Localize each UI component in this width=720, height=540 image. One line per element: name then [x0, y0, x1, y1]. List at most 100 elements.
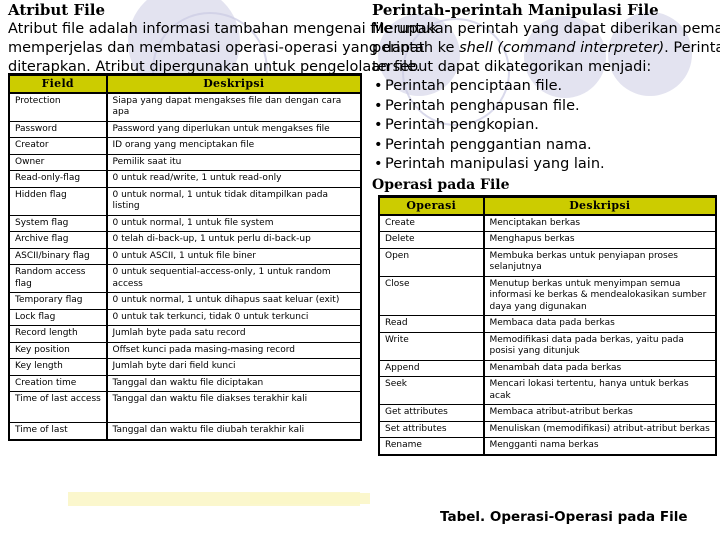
cell-deskripsi: Mencari lokasi tertentu, hanya untuk ber… — [483, 376, 716, 405]
cell-field: System flag — [9, 214, 108, 232]
cell-operasi: Append — [379, 359, 485, 377]
cell-operasi: Write — [379, 331, 485, 361]
table-row: Open Membuka berkas untuk penyiapan prose… — [379, 247, 716, 277]
cell-operasi: Delete — [379, 231, 485, 249]
cell-field: Lock flag — [9, 308, 108, 326]
table-row: Read-only-flag 0 untuk read/write, 1 untu… — [9, 170, 361, 188]
attribute-table: Field Deskripsi Protection Siapa yang dap… — [9, 74, 361, 440]
table-row: Record length Jumlah byte pada satu recor… — [9, 325, 361, 343]
table-row: Lock flag 0 untuk tak terkunci, tidak 0 u… — [9, 308, 361, 326]
cell-deskripsi: Tanggal dan waktu file diubah terakhir k… — [106, 422, 361, 440]
table-row: Password Password yang diperlukan untuk m… — [9, 120, 361, 138]
cell-deskripsi: Menuliskan (memodifikasi) atribut-atribu… — [483, 420, 716, 438]
right-text-block: Perintah-perintah Manipulasi File Merupa… — [372, 2, 720, 194]
left-text-block: Atribut File Atribut file adalah informa… — [8, 1, 439, 77]
table-row: Create Menciptakan berkas — [379, 214, 716, 232]
highlight-band — [250, 493, 370, 504]
cell-deskripsi: Membaca atribut-atribut berkas — [483, 404, 716, 422]
right-heading: Perintah-perintah Manipulasi File — [372, 2, 659, 19]
table-row: Key length Jumlah byte dari field kunci — [9, 358, 361, 376]
table-row: Set attributes Menuliskan (memodifikasi) … — [379, 420, 716, 438]
table-row: Read Membaca data pada berkas — [379, 315, 716, 333]
table-row: Time of last access Tanggal dan waktu fil… — [9, 391, 361, 423]
table-header-row: Field Deskripsi — [9, 74, 361, 94]
cell-deskripsi: 0 untuk normal, 1 untuk file system — [106, 214, 361, 232]
cell-deskripsi: Menciptakan berkas — [483, 214, 716, 232]
column-header-deskripsi: Deskripsi — [483, 196, 716, 216]
cell-field: Password — [9, 120, 108, 138]
cell-field: Owner — [9, 153, 108, 171]
highlight-band — [68, 492, 360, 506]
cell-field: Protection — [9, 92, 108, 122]
slide-canvas: Atribut File Atribut file adalah informa… — [0, 0, 720, 540]
right-subheading: Operasi pada File — [372, 176, 510, 193]
cell-deskripsi: Pemilik saat itu — [106, 153, 361, 171]
cell-operasi: Set attributes — [379, 420, 485, 438]
cell-operasi: Close — [379, 275, 485, 316]
table-row: Delete Menghapus berkas — [379, 231, 716, 249]
list-item: Perintah penciptaan file. — [372, 77, 720, 97]
cell-field: ASCII/binary flag — [9, 247, 108, 265]
table-row: Rename Mengganti nama berkas — [379, 437, 716, 455]
cell-operasi: Create — [379, 214, 485, 232]
cell-field: Creator — [9, 137, 108, 155]
column-header-deskripsi: Deskripsi — [106, 74, 361, 94]
cell-deskripsi: Mengganti nama berkas — [483, 437, 716, 455]
cell-deskripsi: Menghapus berkas — [483, 231, 716, 249]
table-row: Temporary flag 0 untuk normal, 1 untuk di… — [9, 292, 361, 310]
cell-deskripsi: Membuka berkas untuk penyiapan proses se… — [483, 247, 716, 277]
cell-deskripsi: 0 untuk sequential-access-only, 1 untuk … — [106, 264, 361, 293]
table-row: Random access flag 0 untuk sequential-acc… — [9, 264, 361, 293]
cell-deskripsi: 0 untuk read/write, 1 untuk read-only — [106, 170, 361, 188]
cell-deskripsi: 0 telah di-back-up, 1 untuk perlu di-bac… — [106, 231, 361, 249]
cell-field: Time of last access — [9, 391, 108, 423]
cell-field: Creation time — [9, 374, 108, 392]
cell-deskripsi: Tanggal dan waktu file diakses terakhir … — [106, 391, 361, 423]
column-header-operasi: Operasi — [379, 196, 485, 216]
table-row: Archive flag 0 telah di-back-up, 1 untuk … — [9, 231, 361, 249]
cell-operasi: Seek — [379, 376, 485, 405]
cell-deskripsi: Menutup berkas untuk menyimpan semua inf… — [483, 275, 716, 316]
list-item: Perintah penggantian nama. — [372, 136, 720, 156]
table-header-row: Operasi Deskripsi — [379, 196, 716, 216]
cell-field: Record length — [9, 325, 108, 343]
table-caption: Tabel. Operasi-Operasi pada File — [440, 509, 688, 525]
cell-deskripsi: Membaca data pada berkas — [483, 315, 716, 333]
list-item: Perintah pengkopian. — [372, 116, 720, 136]
right-paragraph-italic-shell: shell (command interpreter) — [459, 40, 665, 56]
table-row: Get attributes Membaca atribut-atribut be… — [379, 404, 716, 422]
list-item: Perintah manipulasi yang lain. — [372, 155, 720, 175]
left-paragraph-line-1: Atribut file adalah informasi tambahan m… — [8, 21, 439, 37]
cell-operasi: Read — [379, 315, 485, 333]
right-paragraph-line-2: perintah ke shell (command interpreter).… — [372, 39, 720, 58]
cell-field: Key position — [9, 341, 108, 359]
cell-operasi: Rename — [379, 437, 485, 455]
table-row: Time of last Tanggal dan waktu file diuba… — [9, 422, 361, 440]
table-row: Close Menutup berkas untuk menyimpan semu… — [379, 275, 716, 316]
column-header-field: Field — [9, 74, 108, 94]
cell-deskripsi: 0 untuk tak terkunci, tidak 0 untuk terk… — [106, 308, 361, 326]
cell-operasi: Open — [379, 247, 485, 277]
cell-deskripsi: 0 untuk ASCII, 1 untuk file biner — [106, 247, 361, 265]
cell-deskripsi: Jumlah byte pada satu record — [106, 325, 361, 343]
cell-field: Temporary flag — [9, 292, 108, 310]
cell-deskripsi: Password yang diperlukan untuk mengakses… — [106, 120, 361, 138]
cell-deskripsi: Siapa yang dapat mengakses file dan deng… — [106, 92, 361, 122]
table-row: Write Memodifikasi data pada berkas, yait… — [379, 331, 716, 361]
right-paragraph-line-1: Merupakan perintah yang dapat diberikan … — [372, 21, 720, 37]
table-row: Append Menambah data pada berkas — [379, 359, 716, 377]
table-row: ASCII/binary flag 0 untuk ASCII, 1 untuk … — [9, 247, 361, 265]
table-row: Hidden flag 0 untuk normal, 1 untuk tidak… — [9, 186, 361, 216]
left-heading: Atribut File — [8, 1, 106, 19]
table-row: Protection Siapa yang dapat mengakses fil… — [9, 92, 361, 122]
cell-deskripsi: Memodifikasi data pada berkas, yaitu pad… — [483, 331, 716, 361]
cell-field: Read-only-flag — [9, 170, 108, 188]
operation-table: Operasi Deskripsi Create Menciptakan berk… — [379, 196, 716, 455]
table-row: Key position Offset kunci pada masing-mas… — [9, 341, 361, 359]
cell-field: Key length — [9, 358, 108, 376]
cell-deskripsi: Offset kunci pada masing-masing record — [106, 341, 361, 359]
table-row: Creator ID orang yang menciptakan file — [9, 137, 361, 155]
cell-field: Time of last — [9, 422, 108, 440]
right-paragraph-line-3: tersebut dapat dikategorikan menjadi: — [372, 59, 652, 75]
list-item: Perintah penghapusan file. — [372, 97, 720, 117]
